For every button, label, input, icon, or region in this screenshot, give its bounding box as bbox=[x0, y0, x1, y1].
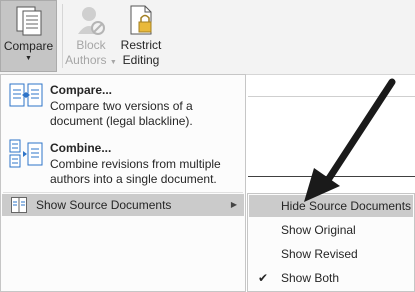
pointer-arrow-annotation bbox=[304, 78, 396, 202]
